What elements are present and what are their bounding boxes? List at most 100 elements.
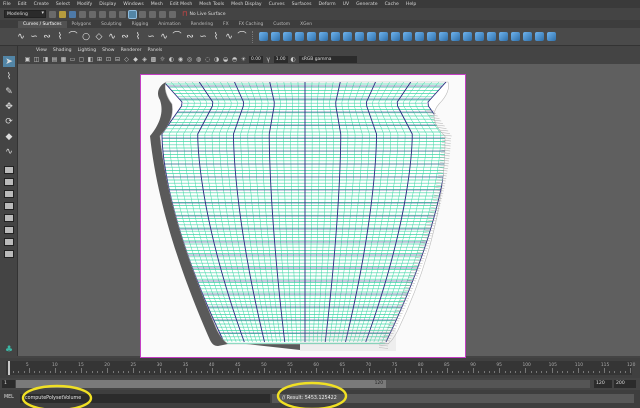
time-tick-label: 85 <box>444 363 450 368</box>
time-tick <box>201 371 203 373</box>
time-tick-label: 95 <box>496 363 502 368</box>
time-tick <box>389 371 391 373</box>
start-frame-field[interactable]: 1 <box>2 380 15 388</box>
time-tick-label: 30 <box>156 363 163 368</box>
time-tick <box>562 371 564 373</box>
time-tick <box>91 371 93 373</box>
time-tick <box>509 371 511 373</box>
time-tick <box>572 371 574 373</box>
time-tick <box>394 368 396 373</box>
time-tick <box>138 371 140 373</box>
time-tick <box>614 371 616 373</box>
time-tick <box>316 368 318 373</box>
time-tick-label: 25 <box>130 363 137 368</box>
command-input[interactable]: computePolysetVolume <box>20 394 270 403</box>
time-tick <box>143 371 145 373</box>
time-tick <box>630 368 631 373</box>
command-language-label[interactable]: MEL <box>4 395 14 400</box>
time-tick <box>504 371 506 373</box>
time-tick <box>567 371 569 373</box>
time-tick <box>332 371 334 373</box>
animation-end-field[interactable]: 200 <box>614 380 636 388</box>
time-tick <box>149 371 151 373</box>
time-tick <box>164 371 166 373</box>
time-tick <box>49 371 51 373</box>
time-tick <box>248 371 250 373</box>
time-tick-label: 45 <box>234 363 241 368</box>
time-tick <box>603 368 605 373</box>
time-tick <box>44 371 46 373</box>
time-tick <box>217 371 219 373</box>
time-tick <box>133 368 135 373</box>
time-tick <box>258 371 260 373</box>
time-tick <box>180 371 182 373</box>
range-slider-empty <box>386 380 590 388</box>
time-tick <box>34 371 36 373</box>
time-tick <box>117 371 119 373</box>
time-tick <box>237 368 239 373</box>
time-tick <box>400 371 402 373</box>
time-tick <box>295 371 297 373</box>
time-tick <box>175 371 177 373</box>
time-tick <box>426 371 428 373</box>
time-tick <box>352 371 354 373</box>
range-slider-bar[interactable]: 120 <box>16 380 386 388</box>
time-tick <box>452 371 454 373</box>
command-result: // Result: 5453.125422 <box>272 394 634 403</box>
time-tick <box>551 368 553 373</box>
vase-mesh[interactable] <box>0 0 640 408</box>
time-tick <box>624 371 626 373</box>
time-tick-label: 75 <box>391 363 398 368</box>
time-slider-track[interactable]: 5 10 15 20 25 30 35 40 45 50 55 60 65 70 75 80 85 90 95 100… <box>6 361 636 375</box>
time-tick <box>23 371 25 373</box>
time-tick-label: 20 <box>104 363 110 368</box>
time-tick <box>431 371 433 373</box>
time-tick <box>305 371 307 373</box>
time-tick <box>535 371 537 373</box>
time-tick <box>598 371 600 373</box>
time-tick-label: 55 <box>287 363 293 368</box>
time-tick <box>436 371 438 373</box>
wire-grey-edge <box>439 129 449 132</box>
time-tick <box>478 371 480 373</box>
time-tick <box>65 371 67 373</box>
command-line: MEL computePolysetVolume // Result: 5453… <box>0 390 640 408</box>
time-tick <box>556 371 558 373</box>
time-tick <box>96 371 98 373</box>
time-tick <box>415 371 417 373</box>
time-tick <box>609 371 611 373</box>
time-tick <box>227 371 229 373</box>
time-tick <box>269 371 271 373</box>
time-tick <box>593 371 595 373</box>
time-tick-label: 35 <box>182 363 189 368</box>
time-tick <box>81 368 83 373</box>
range-end-field[interactable]: 120 <box>594 380 612 388</box>
time-tick <box>274 371 276 373</box>
time-tick <box>546 371 548 373</box>
time-tick-label: 40 <box>208 363 215 368</box>
time-tick <box>39 371 41 373</box>
range-slider: 1 120 120 200 <box>0 378 640 390</box>
time-tick <box>405 371 407 373</box>
time-tick <box>86 371 88 373</box>
time-tick <box>128 371 130 373</box>
time-tick <box>373 371 375 373</box>
time-tick-label: 120 <box>627 363 636 368</box>
time-tick <box>515 371 516 373</box>
time-tick <box>588 371 590 373</box>
time-tick <box>311 371 313 373</box>
time-tick-label: 5 <box>25 363 29 368</box>
current-time-marker[interactable] <box>8 361 10 375</box>
time-tick <box>488 371 490 373</box>
time-tick <box>368 368 370 373</box>
wire-grey-edge <box>437 127 447 129</box>
time-tick <box>473 368 475 373</box>
time-tick <box>222 371 224 373</box>
time-tick <box>342 368 344 373</box>
time-tick <box>457 371 459 373</box>
time-tick <box>206 371 208 373</box>
time-tick <box>285 371 287 373</box>
time-tick-label: 90 <box>470 363 476 368</box>
time-slider[interactable]: 5 10 15 20 25 30 35 40 45 50 55 60 65 70 75 80 85 90 95 100… <box>0 358 640 378</box>
time-tick-label: 10 <box>52 363 58 368</box>
